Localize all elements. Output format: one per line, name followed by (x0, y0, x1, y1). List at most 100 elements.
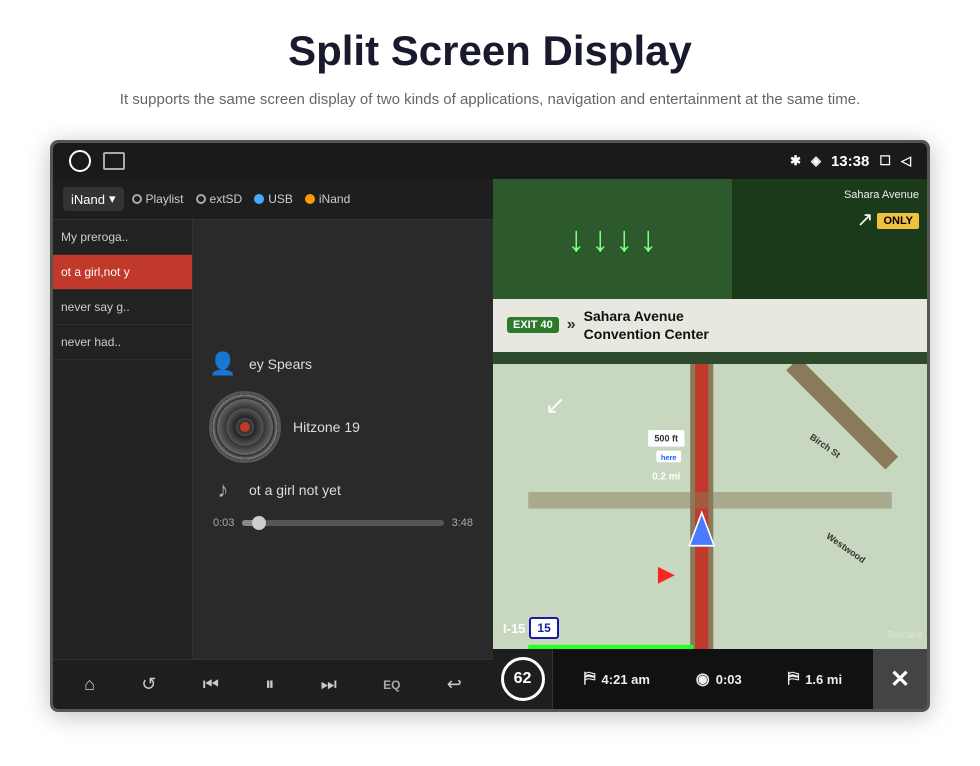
chevron-down-icon: ▾ (109, 191, 116, 207)
main-content: My preroga.. ot a girl,not y never say g… (53, 220, 493, 659)
exit-badge: EXIT 40 (507, 317, 559, 333)
artist-row: 👤 ey Spears (209, 351, 312, 377)
source-tab-inand[interactable]: iNand (305, 192, 350, 206)
source-tab-extsd[interactable]: extSD (196, 192, 243, 206)
arrow-down-3: ↓ (615, 218, 633, 260)
track-info: 👤 ey Spears Hitzone 19 ♪ (209, 351, 477, 503)
svg-text:here: here (661, 453, 677, 462)
close-nav-button[interactable]: ✕ (873, 649, 927, 709)
eta-value: 4:21 am (602, 672, 650, 687)
playlist-item-2[interactable]: ot a girl,not y (53, 255, 192, 290)
svg-text:↙: ↙ (545, 393, 566, 420)
playlist-item-4[interactable]: never had.. (53, 325, 192, 360)
now-playing: 👤 ey Spears Hitzone 19 ♪ (193, 220, 493, 659)
source-tab-usb-label: USB (268, 192, 293, 206)
exit-street-info: Sahara Avenue Convention Center (584, 307, 709, 343)
playlist-item-3[interactable]: never say g.. (53, 290, 192, 325)
source-tabs: Playlist extSD USB iNand (132, 192, 484, 206)
repeat-button[interactable]: ↺ (135, 670, 162, 699)
exit-street-line1: Sahara Avenue (584, 307, 709, 325)
image-icon (103, 152, 125, 170)
exit-arrow: » (567, 316, 576, 334)
home-circle-icon (69, 150, 91, 172)
red-arrow-icon: ▶ (658, 561, 675, 587)
source-label: iNand (71, 192, 105, 207)
direction-sign: Sahara Avenue ↗ ONLY (732, 179, 927, 299)
song-name: ot a girl not yet (249, 482, 341, 498)
time-total: 3:48 (452, 517, 473, 529)
back-button[interactable]: ↩ (441, 670, 468, 699)
exit-street-line2: Convention Center (584, 325, 709, 343)
progress-thumb (252, 516, 266, 530)
progress-bar[interactable] (242, 520, 443, 526)
page-subtitle: It supports the same screen display of t… (40, 88, 940, 112)
source-tab-playlist-label: Playlist (146, 192, 184, 206)
direction-panel: ↓ ↓ ↓ ↓ Sahara Avenue ↗ ONLY (493, 179, 927, 299)
location-icon: ◈ (811, 153, 821, 169)
watermark: Seicane (887, 630, 923, 641)
music-note-icon: ♪ (209, 477, 237, 503)
back-icon: ◁ (901, 153, 911, 169)
nav-bottom-bar: 62 ⛿ 4:21 am ◉ 0:03 ⛿ 1.6 mi (493, 649, 927, 709)
split-screen: iNand ▾ Playlist extSD USB (53, 179, 927, 709)
flag-eta-icon: ⛿ (584, 670, 596, 688)
nav-stat-distance: ⛿ 1.6 mi (788, 670, 842, 688)
arrow-down-1: ↓ (567, 218, 585, 260)
device-frame: ✱ ◈ 13:38 ☐ ◁ iNand ▾ Playlist (50, 140, 930, 712)
controls-bar: ⌂ ↺ ⏮ ⏸ ⏭ EQ ↩ (53, 659, 493, 709)
arrow-down-4: ↓ (639, 218, 657, 260)
svg-text:0.2 mi: 0.2 mi (652, 472, 680, 483)
radio-dot-usb (254, 194, 264, 204)
interstate-badge: I-15 15 (503, 617, 559, 639)
flag-dist-icon: ⛿ (788, 670, 800, 688)
window-icon: ☐ (879, 153, 891, 169)
radio-dot-inand (305, 194, 315, 204)
source-selector: iNand ▾ Playlist extSD USB (53, 179, 493, 220)
only-badge: ONLY (877, 213, 919, 229)
page-title: Split Screen Display (40, 28, 940, 74)
direction-arrows: ↓ ↓ ↓ ↓ (493, 179, 732, 299)
playlist-panel: My preroga.. ot a girl,not y never say g… (53, 220, 193, 659)
nav-stats: ⛿ 4:21 am ◉ 0:03 ⛿ 1.6 mi (553, 669, 873, 689)
speed-box: 62 (493, 649, 553, 709)
exit-info: EXIT 40 » Sahara Avenue Convention Cente… (493, 299, 927, 351)
navigation-panel: ↓ ↓ ↓ ↓ Sahara Avenue ↗ ONLY (493, 179, 927, 709)
nav-stat-time: ◉ 0:03 (696, 669, 742, 689)
song-row: ♪ ot a girl not yet (209, 477, 341, 503)
disc-center (238, 420, 252, 434)
distance-value: 1.6 mi (805, 672, 842, 687)
prev-button[interactable]: ⏮ (197, 670, 225, 699)
bluetooth-icon: ✱ (790, 153, 801, 169)
source-tab-inand-label: iNand (319, 192, 350, 206)
nav-map: ↓ ↓ ↓ ↓ Sahara Avenue ↗ ONLY (493, 179, 927, 709)
map-area: Birch St Westwood 500 ft here 0.2 mi ↙ (493, 364, 927, 649)
svg-text:500 ft: 500 ft (654, 434, 678, 444)
radio-dot-playlist (132, 194, 142, 204)
interstate-label: I-15 (503, 621, 525, 636)
music-player-panel: iNand ▾ Playlist extSD USB (53, 179, 493, 709)
album-disc (209, 391, 281, 463)
play-pause-button[interactable]: ⏸ (259, 670, 280, 699)
street-sign-top: Sahara Avenue (844, 187, 919, 203)
source-dropdown[interactable]: iNand ▾ (63, 187, 124, 211)
eq-button[interactable]: EQ (377, 674, 406, 696)
source-tab-playlist[interactable]: Playlist (132, 192, 184, 206)
next-button[interactable]: ⏭ (315, 670, 343, 699)
source-tab-extsd-label: extSD (210, 192, 243, 206)
album-row: Hitzone 19 (209, 391, 360, 463)
artist-icon: 👤 (209, 351, 237, 377)
clock-icon: ◉ (696, 669, 710, 689)
nav-stat-eta: ⛿ 4:21 am (584, 670, 650, 688)
progress-section: 0:03 3:48 (209, 517, 477, 529)
status-bar: ✱ ◈ 13:38 ☐ ◁ (53, 143, 927, 179)
home-button[interactable]: ⌂ (78, 670, 101, 699)
only-arrow-icon: ↗ (857, 207, 874, 232)
radio-dot-extsd (196, 194, 206, 204)
map-svg: Birch St Westwood 500 ft here 0.2 mi ↙ (493, 364, 927, 649)
source-tab-usb[interactable]: USB (254, 192, 293, 206)
arrow-down-2: ↓ (591, 218, 609, 260)
playlist-item-1[interactable]: My preroga.. (53, 220, 192, 255)
status-time: 13:38 (831, 153, 869, 170)
time-current: 0:03 (213, 517, 234, 529)
album-name: Hitzone 19 (293, 419, 360, 435)
